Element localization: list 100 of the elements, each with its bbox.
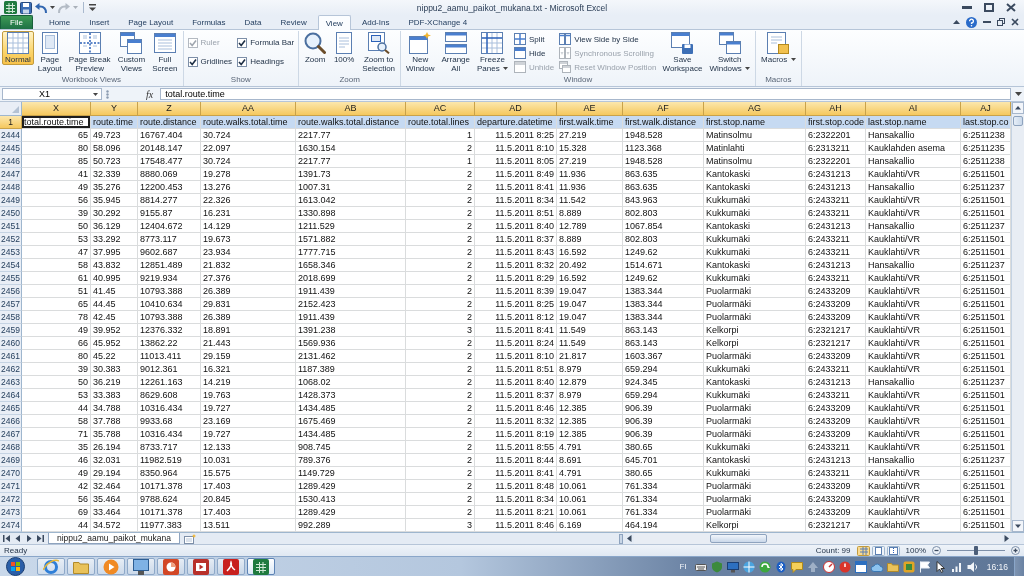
maximize-icon[interactable] bbox=[984, 3, 994, 12]
ribbon-button[interactable]: New Window bbox=[403, 31, 438, 74]
column-header[interactable]: Z bbox=[138, 102, 201, 116]
zoom-out-icon[interactable] bbox=[932, 546, 941, 555]
save-icon[interactable] bbox=[20, 1, 32, 14]
column-header[interactable]: AG bbox=[704, 102, 806, 116]
caret-icon[interactable] bbox=[50, 6, 55, 9]
column-header[interactable]: AF bbox=[623, 102, 704, 116]
split-handle[interactable] bbox=[619, 533, 623, 544]
cursor-icon[interactable] bbox=[934, 560, 947, 573]
insert-function-button[interactable]: fx bbox=[143, 88, 157, 100]
column-header[interactable]: AJ bbox=[961, 102, 1011, 116]
skip-right-icon[interactable] bbox=[36, 535, 44, 542]
grip-icon[interactable] bbox=[106, 89, 109, 99]
ribbon-button[interactable]: View Side by Side bbox=[557, 32, 659, 46]
zoom-in-icon[interactable] bbox=[1011, 546, 1020, 555]
ribbon-tab[interactable]: Page Layout bbox=[120, 15, 182, 29]
display-icon[interactable] bbox=[726, 560, 739, 573]
page-grid-icon[interactable] bbox=[886, 545, 900, 556]
right-arrow-icon[interactable] bbox=[1002, 534, 1011, 543]
row-header[interactable]: 1 bbox=[0, 116, 22, 129]
left-arrow-icon[interactable] bbox=[625, 534, 634, 543]
row-header[interactable]: 2451 bbox=[0, 220, 22, 233]
row-header[interactable]: 2449 bbox=[0, 194, 22, 207]
ribbon-tab[interactable]: View bbox=[317, 15, 351, 30]
column-header[interactable]: AC bbox=[406, 102, 475, 116]
column-header[interactable]: AD bbox=[475, 102, 557, 116]
row-header[interactable]: 2459 bbox=[0, 324, 22, 337]
window-icon[interactable] bbox=[854, 560, 867, 573]
row-header[interactable]: 2445 bbox=[0, 142, 22, 155]
help-icon[interactable] bbox=[966, 16, 977, 28]
row-header[interactable]: 2465 bbox=[0, 402, 22, 415]
power-icon[interactable] bbox=[838, 560, 851, 573]
row-header[interactable]: 2460 bbox=[0, 337, 22, 350]
formula-field[interactable]: total.route.time bbox=[160, 88, 1011, 100]
row-header[interactable]: 2464 bbox=[0, 389, 22, 402]
ribbon-tab[interactable]: Home bbox=[40, 15, 79, 29]
checkbox[interactable] bbox=[187, 56, 198, 67]
row-header[interactable]: 2457 bbox=[0, 298, 22, 311]
row-header[interactable]: 2461 bbox=[0, 350, 22, 363]
undo-icon[interactable] bbox=[35, 2, 47, 13]
row-header[interactable]: 2473 bbox=[0, 506, 22, 519]
collapse-ribbon-icon[interactable] bbox=[953, 20, 960, 24]
checkbox-label[interactable]: Gridlines bbox=[200, 57, 233, 66]
ribbon-tab[interactable]: Review bbox=[272, 15, 315, 29]
ribbon-button[interactable]: 100% bbox=[330, 31, 359, 65]
ribbon-button[interactable]: Save Workspace bbox=[659, 31, 706, 74]
globe-icon[interactable] bbox=[742, 560, 755, 573]
folder-icon[interactable] bbox=[886, 560, 899, 573]
file-tab[interactable]: File bbox=[0, 15, 33, 29]
signal-icon[interactable] bbox=[950, 560, 963, 573]
bluetooth-icon[interactable] bbox=[774, 560, 787, 573]
row-header[interactable]: 2448 bbox=[0, 181, 22, 194]
column-header[interactable]: AE bbox=[557, 102, 623, 116]
speaker-icon[interactable] bbox=[966, 560, 979, 573]
scrollbar[interactable] bbox=[634, 533, 1002, 544]
row-header[interactable]: 2452 bbox=[0, 233, 22, 246]
chat-icon[interactable] bbox=[790, 560, 803, 573]
taskbar-button[interactable] bbox=[127, 558, 155, 575]
row-header[interactable]: 2447 bbox=[0, 168, 22, 181]
restore-icon[interactable] bbox=[997, 18, 1005, 26]
new-sheet-icon[interactable] bbox=[183, 533, 196, 544]
column-header[interactable]: AH bbox=[806, 102, 866, 116]
ribbon-button[interactable]: Switch Windows bbox=[706, 31, 754, 74]
scrollbar-thumb[interactable] bbox=[710, 534, 767, 543]
row-header[interactable]: 2444 bbox=[0, 129, 22, 142]
row-header[interactable]: 2472 bbox=[0, 493, 22, 506]
column-header[interactable]: AI bbox=[866, 102, 961, 116]
row-header[interactable]: 2454 bbox=[0, 259, 22, 272]
row-header[interactable]: 2450 bbox=[0, 207, 22, 220]
skip-left-icon[interactable] bbox=[3, 535, 11, 542]
ribbon-button[interactable]: Macros bbox=[758, 31, 799, 65]
scrollbar-thumb[interactable] bbox=[1013, 116, 1023, 126]
ribbon-tab[interactable]: Data bbox=[236, 15, 270, 29]
cloud-icon[interactable] bbox=[870, 560, 883, 573]
expand-icon[interactable] bbox=[1015, 92, 1022, 96]
row-header[interactable]: 2462 bbox=[0, 363, 22, 376]
ribbon-button[interactable]: Zoom bbox=[301, 31, 330, 65]
row-header[interactable]: 2474 bbox=[0, 519, 22, 532]
ribbon-tab[interactable]: PDF-XChange 4 bbox=[400, 15, 476, 29]
taskbar-button[interactable] bbox=[217, 558, 245, 575]
taskbar-button[interactable] bbox=[37, 558, 65, 575]
name-box[interactable]: X1 bbox=[2, 88, 102, 100]
spreadsheet-logo-icon[interactable] bbox=[4, 1, 17, 14]
ribbon-button[interactable]: Zoom to Selection bbox=[359, 31, 399, 74]
ribbon-button[interactable]: Page Break Preview bbox=[65, 31, 114, 74]
ribbon-button[interactable]: Custom Views bbox=[114, 31, 149, 74]
ribbon-button[interactable]: Normal bbox=[2, 31, 34, 65]
row-header[interactable]: 2471 bbox=[0, 480, 22, 493]
slider-thumb[interactable] bbox=[974, 546, 978, 555]
sheet-tab[interactable]: nippu2_aamu_paikot_mukana bbox=[48, 532, 180, 544]
taskbar-button[interactable] bbox=[247, 558, 275, 575]
checkbox-label[interactable]: Headings bbox=[250, 57, 284, 66]
column-header[interactable]: AA bbox=[201, 102, 296, 116]
grid-icon[interactable] bbox=[856, 545, 870, 556]
row-header[interactable]: 2453 bbox=[0, 246, 22, 259]
zoom-level[interactable]: 100% bbox=[905, 546, 926, 555]
taskbar-button[interactable] bbox=[67, 558, 95, 575]
ribbon-button[interactable]: Freeze Panes bbox=[474, 31, 511, 74]
left-triangle-icon[interactable] bbox=[14, 535, 22, 542]
